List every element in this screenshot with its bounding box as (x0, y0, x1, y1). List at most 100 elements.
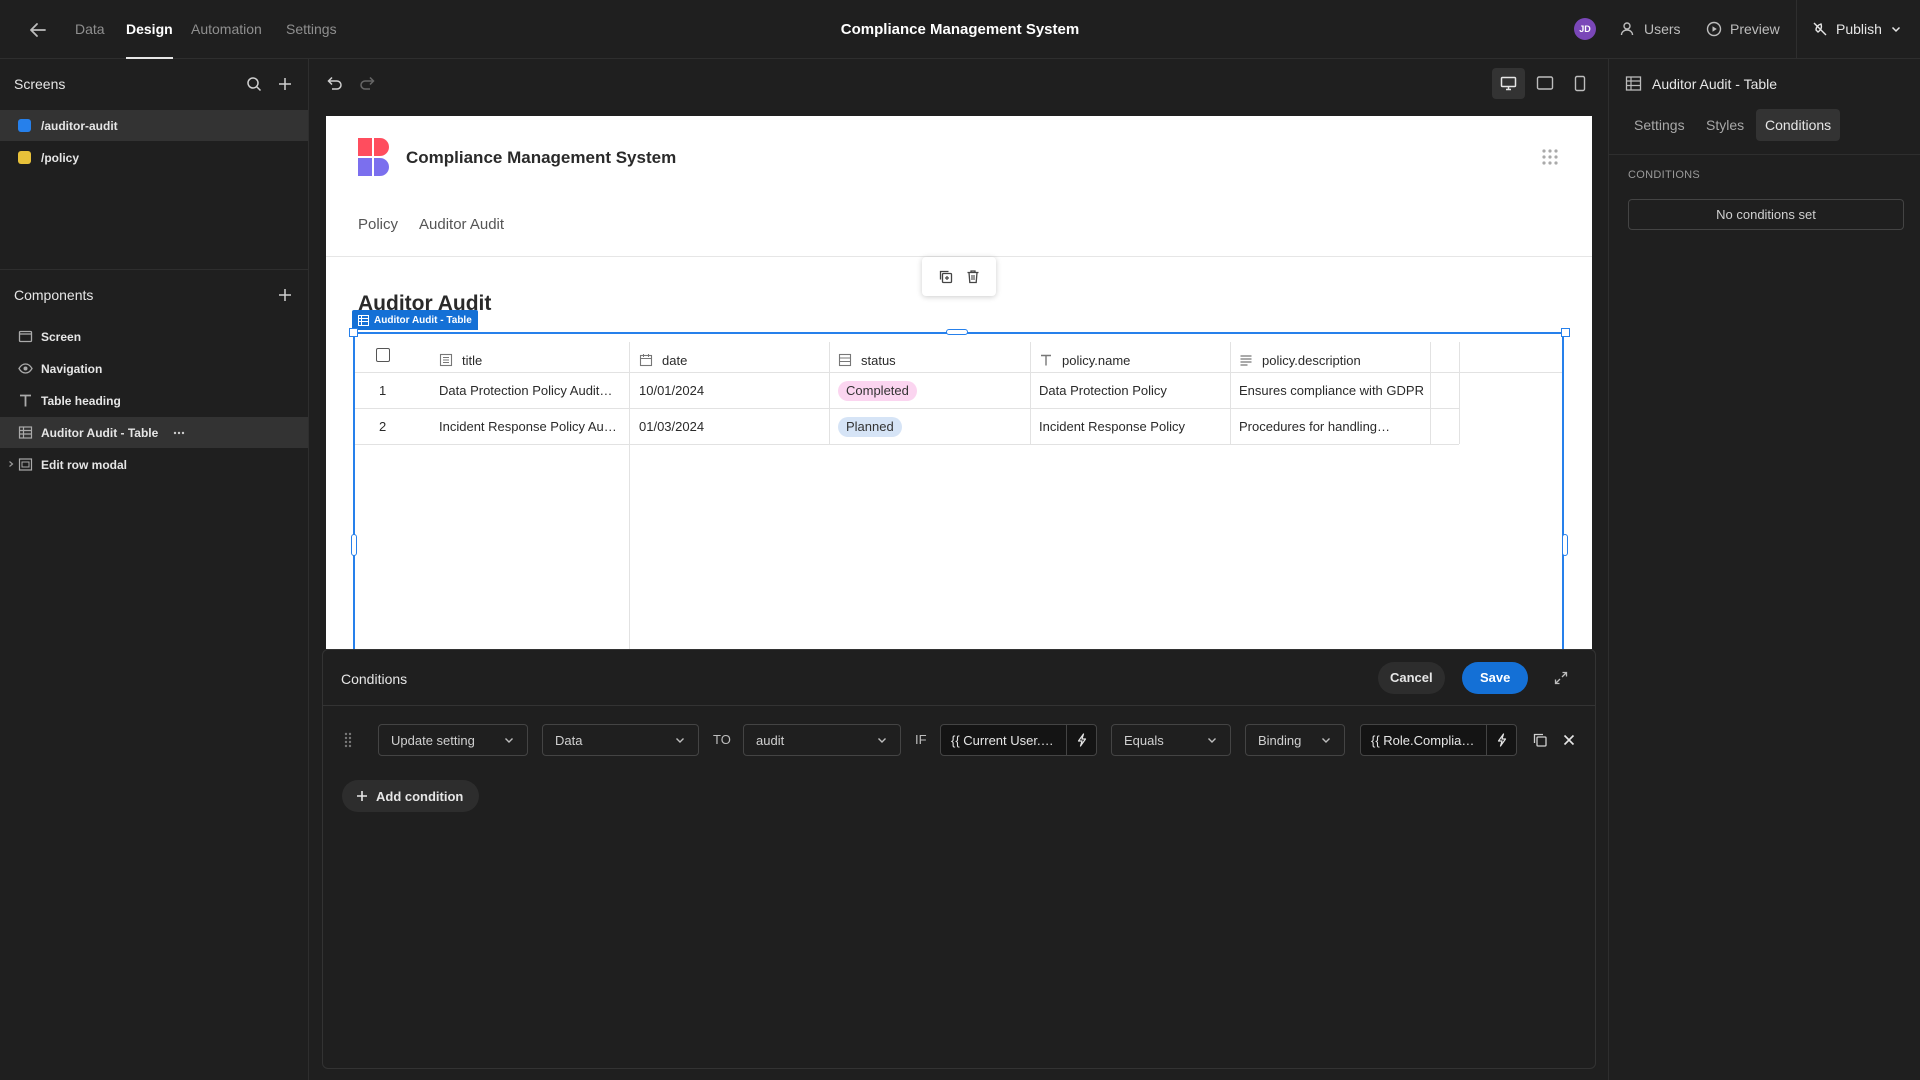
tab-data[interactable]: Data (75, 0, 105, 59)
expand-icon[interactable] (1553, 670, 1569, 686)
value-select[interactable]: audit (743, 724, 901, 756)
component-label: Table heading (41, 393, 121, 408)
lightning-icon[interactable] (1486, 725, 1516, 755)
table-col-divider (1030, 342, 1031, 444)
desktop-view-icon[interactable] (1492, 68, 1525, 99)
cell-policy-name: Incident Response Policy (1039, 419, 1185, 434)
resize-handle-right[interactable] (1562, 534, 1568, 556)
tab-settings[interactable]: Settings (286, 0, 337, 59)
conditions-section-title: CONDITIONS (1628, 169, 1701, 181)
cell-date: 01/03/2024 (639, 419, 705, 434)
value-select-value: audit (756, 732, 785, 748)
resize-handle-left[interactable] (351, 534, 357, 556)
eye-icon (18, 361, 33, 376)
table-icon (1625, 75, 1642, 92)
component-item-edit-row-modal[interactable]: Edit row modal (0, 449, 308, 480)
modal-icon (18, 457, 33, 472)
chevron-down-icon (674, 734, 686, 746)
add-screen-icon[interactable] (277, 76, 293, 92)
panel-divider (1609, 154, 1920, 155)
tab-component-conditions[interactable]: Conditions (1756, 109, 1841, 141)
tab-component-settings[interactable]: Settings (1625, 109, 1694, 141)
nav-link-auditor-audit[interactable]: Auditor Audit (419, 216, 504, 233)
duplicate-icon[interactable] (938, 269, 953, 284)
status-badge: Planned (838, 417, 902, 437)
save-button[interactable]: Save (1462, 662, 1529, 694)
users-icon (1620, 21, 1636, 37)
chevron-down-icon (1206, 734, 1218, 746)
publish-button[interactable]: Publish (1812, 18, 1902, 40)
mobile-view-icon[interactable] (1574, 75, 1586, 92)
duplicate-condition-icon[interactable] (1532, 732, 1548, 748)
more-options-icon[interactable] (172, 426, 186, 440)
calendar-icon (639, 353, 653, 367)
table-col-divider (1430, 342, 1431, 444)
component-label: Auditor Audit - Table (41, 425, 159, 440)
screen-item-policy[interactable]: /policy (0, 142, 308, 173)
delete-icon[interactable] (966, 269, 980, 284)
cell-status: Completed (838, 373, 1018, 409)
cell-policy-name: Data Protection Policy (1039, 383, 1167, 398)
right-binding-value: {{ Role.Complia… (1371, 732, 1475, 748)
component-item-navigation[interactable]: Navigation (0, 353, 308, 384)
column-header-label: status (861, 352, 896, 368)
add-component-icon[interactable] (277, 287, 293, 303)
row-number: 2 (379, 419, 387, 434)
tab-automation[interactable]: Automation (191, 0, 262, 59)
chevron-down-icon (876, 734, 888, 746)
component-label: Edit row modal (41, 457, 128, 472)
drag-handle-icon[interactable] (343, 731, 353, 749)
tab-component-styles[interactable]: Styles (1697, 109, 1753, 141)
component-tag-label: Auditor Audit - Table (374, 314, 472, 326)
redo-icon[interactable] (359, 74, 377, 92)
lightning-icon[interactable] (1066, 725, 1096, 755)
component-item-screen[interactable]: Screen (0, 321, 308, 352)
users-button[interactable]: Users (1620, 18, 1681, 40)
type-select[interactable]: Binding (1245, 724, 1345, 756)
nav-link-policy[interactable]: Policy (358, 216, 398, 233)
screen-color-swatch (18, 151, 31, 164)
resize-handle-tl[interactable] (349, 328, 358, 337)
back-arrow-icon[interactable] (28, 20, 48, 40)
table-icon (18, 425, 33, 440)
no-conditions-button[interactable]: No conditions set (1628, 199, 1904, 230)
tab-design[interactable]: Design (126, 0, 173, 59)
tablet-view-icon[interactable] (1536, 75, 1554, 91)
user-avatar[interactable]: JD (1574, 18, 1596, 40)
resize-handle-top[interactable] (946, 329, 968, 335)
component-item-auditor-audit-table[interactable]: Auditor Audit - Table (0, 417, 308, 448)
cancel-button[interactable]: Cancel (1378, 662, 1445, 694)
panel-divider (0, 269, 308, 270)
cell-policy-description: Ensures compliance with GDPR (1239, 383, 1424, 398)
column-header-label: policy.description (1262, 352, 1361, 368)
app-name: Compliance Management System (406, 148, 677, 167)
right-binding-input[interactable]: {{ Role.Complia… (1360, 724, 1517, 756)
select-all-checkbox[interactable] (376, 348, 390, 362)
options-icon (838, 353, 852, 367)
screen-item-label: /auditor-audit (41, 118, 118, 133)
undo-icon[interactable] (325, 74, 343, 92)
grid-menu-icon[interactable] (1541, 148, 1559, 166)
remove-condition-icon[interactable] (1562, 733, 1576, 747)
left-binding-input[interactable]: {{ Current User.… (940, 724, 1097, 756)
long-text-icon (1239, 353, 1253, 367)
screen-item-auditor-audit[interactable]: /auditor-audit (0, 110, 308, 141)
cell-date: 10/01/2024 (639, 383, 705, 398)
if-label: IF (915, 732, 927, 747)
table-col-divider (629, 342, 630, 649)
search-icon[interactable] (246, 76, 262, 92)
add-condition-button[interactable]: Add condition (342, 780, 480, 812)
chevron-right-icon[interactable] (7, 460, 15, 468)
cell-status: Planned (838, 409, 1018, 445)
users-label: Users (1644, 21, 1681, 37)
component-item-table-heading[interactable]: Table heading (0, 385, 308, 416)
preview-button[interactable]: Preview (1706, 18, 1780, 40)
action-select[interactable]: Update setting (378, 724, 528, 756)
add-condition-label: Add condition (376, 788, 464, 804)
chevron-down-icon (1320, 734, 1332, 746)
resize-handle-tr[interactable] (1561, 328, 1570, 337)
operator-select[interactable]: Equals (1111, 724, 1231, 756)
app-preview-canvas: Compliance Management System Policy Audi… (326, 116, 1592, 649)
publish-off-icon (1812, 21, 1828, 37)
setting-select[interactable]: Data (542, 724, 699, 756)
